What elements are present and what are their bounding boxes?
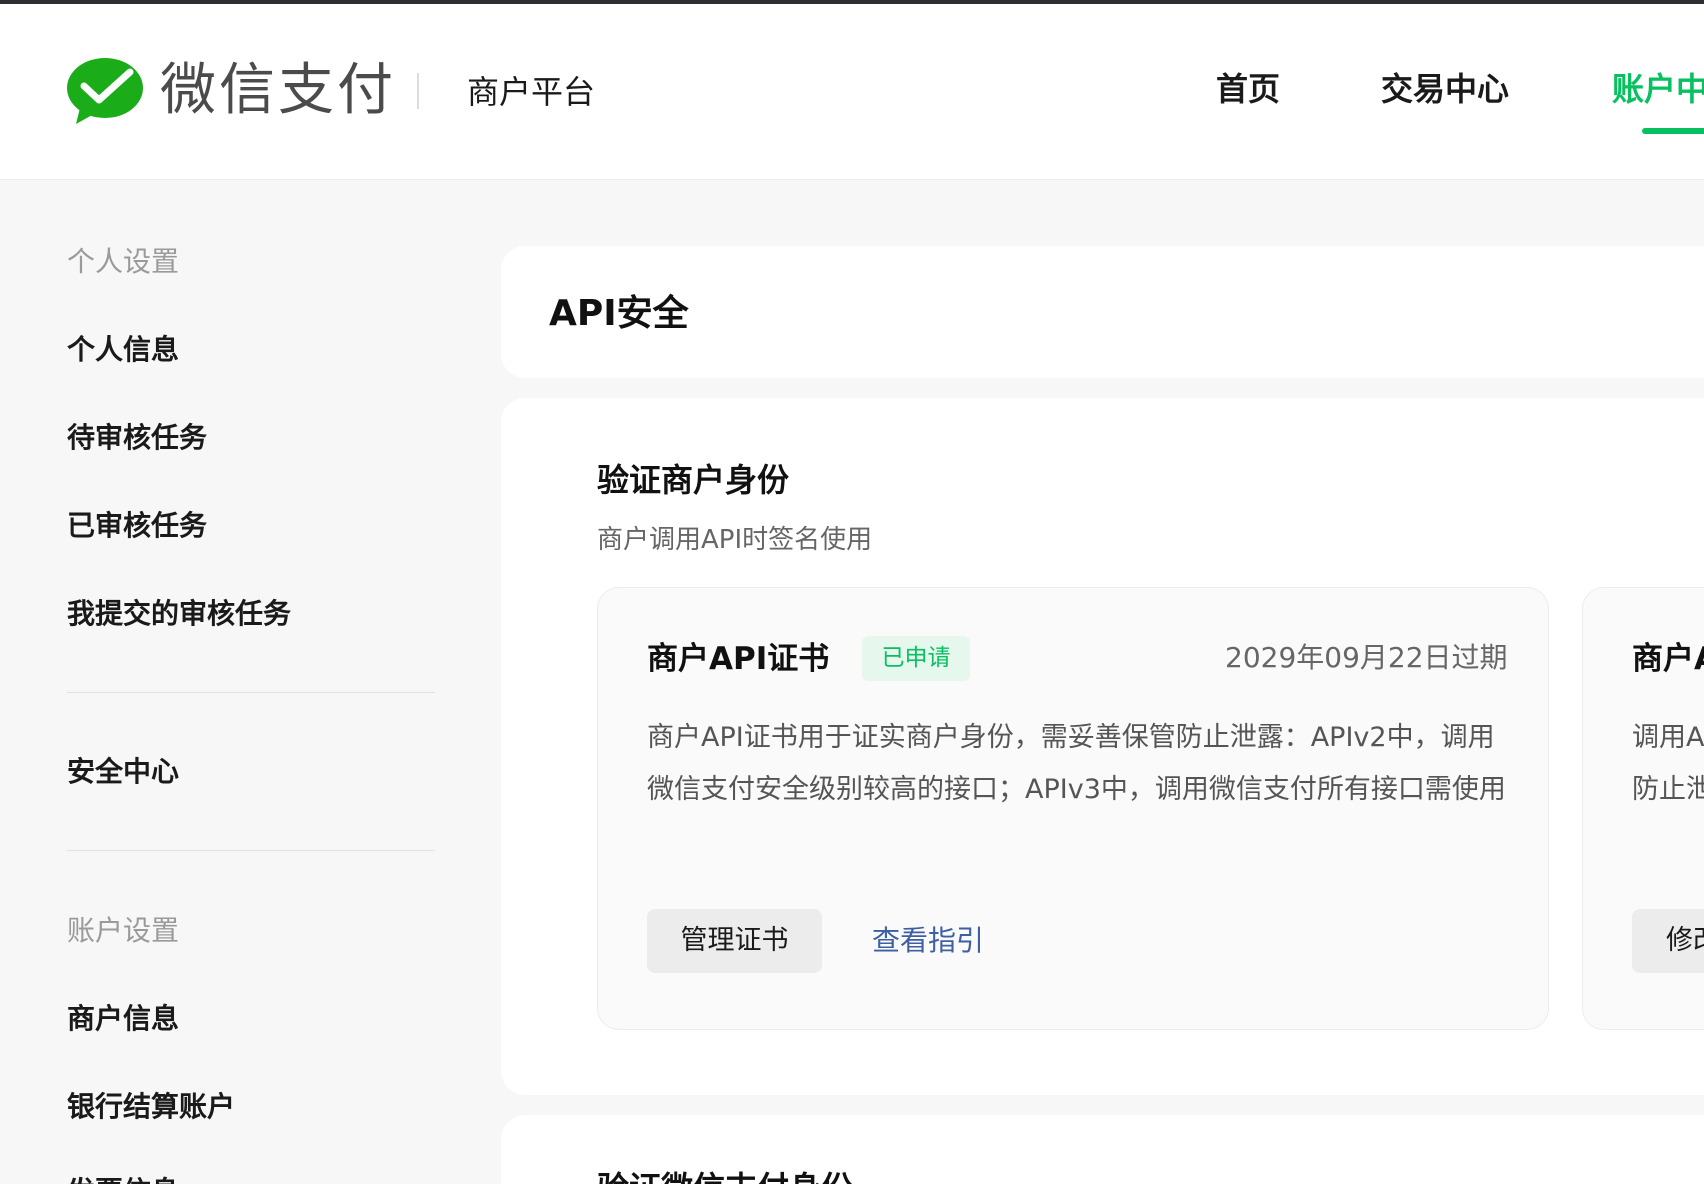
modify-button[interactable]: 修改	[1632, 909, 1704, 973]
sidebar-item-merchant-info[interactable]: 商户信息	[67, 999, 179, 1039]
section-description: 商户调用API时签名使用	[597, 525, 873, 555]
certificate-expiry: 2029年09月22日过期	[1225, 641, 1508, 674]
section-title: 验证商户身份	[597, 461, 790, 499]
card2-description-line2: 防止泄	[1632, 774, 1704, 805]
nav-home[interactable]: 首页	[1216, 66, 1280, 112]
active-nav-indicator	[1642, 128, 1704, 134]
manage-certificate-button[interactable]: 管理证书	[647, 909, 822, 973]
sidebar-group-personal: 个人设置	[67, 245, 180, 278]
page-title: API安全	[549, 293, 689, 334]
sidebar-item-pending-review[interactable]: 待审核任务	[67, 418, 207, 458]
section2-title: 验证微信支付身份	[597, 1166, 853, 1184]
brand-name: 微信支付	[160, 58, 396, 123]
view-guide-link[interactable]: 查看指引	[872, 920, 984, 962]
sidebar-item-personal-info[interactable]: 个人信息	[67, 330, 179, 370]
card-title: 商户API证书	[647, 641, 830, 677]
nav-account-center[interactable]: 账户中	[1612, 66, 1704, 112]
platform-name: 商户平台	[467, 73, 596, 111]
wechat-pay-logo-icon	[67, 58, 143, 124]
sidebar-divider	[67, 692, 435, 693]
nav-trade-center[interactable]: 交易中心	[1381, 66, 1509, 112]
sidebar-item-security-center[interactable]: 安全中心	[67, 752, 179, 792]
sidebar-item-invoice-info[interactable]: 发票信息	[67, 1172, 179, 1184]
top-header: 微信支付 商户平台 首页 交易中心 账户中	[0, 4, 1704, 180]
sidebar-item-reviewed[interactable]: 已审核任务	[67, 506, 207, 546]
card2-title: 商户A	[1632, 641, 1704, 677]
sidebar-item-bank-account[interactable]: 银行结算账户	[67, 1087, 235, 1127]
card-description: 商户API证书用于证实商户身份，需妥善保管防止泄露：APIv2中，调用微信支付安…	[647, 722, 1506, 805]
wechat-pay-logo[interactable]: 微信支付	[66, 56, 396, 126]
sidebar-divider	[67, 850, 435, 851]
status-badge: 已申请	[862, 636, 970, 681]
header-divider	[417, 73, 419, 109]
sidebar-item-submitted-review[interactable]: 我提交的审核任务	[67, 594, 291, 634]
card2-description-line1: 调用A	[1632, 722, 1704, 753]
sidebar-group-account: 账户设置	[67, 914, 180, 947]
